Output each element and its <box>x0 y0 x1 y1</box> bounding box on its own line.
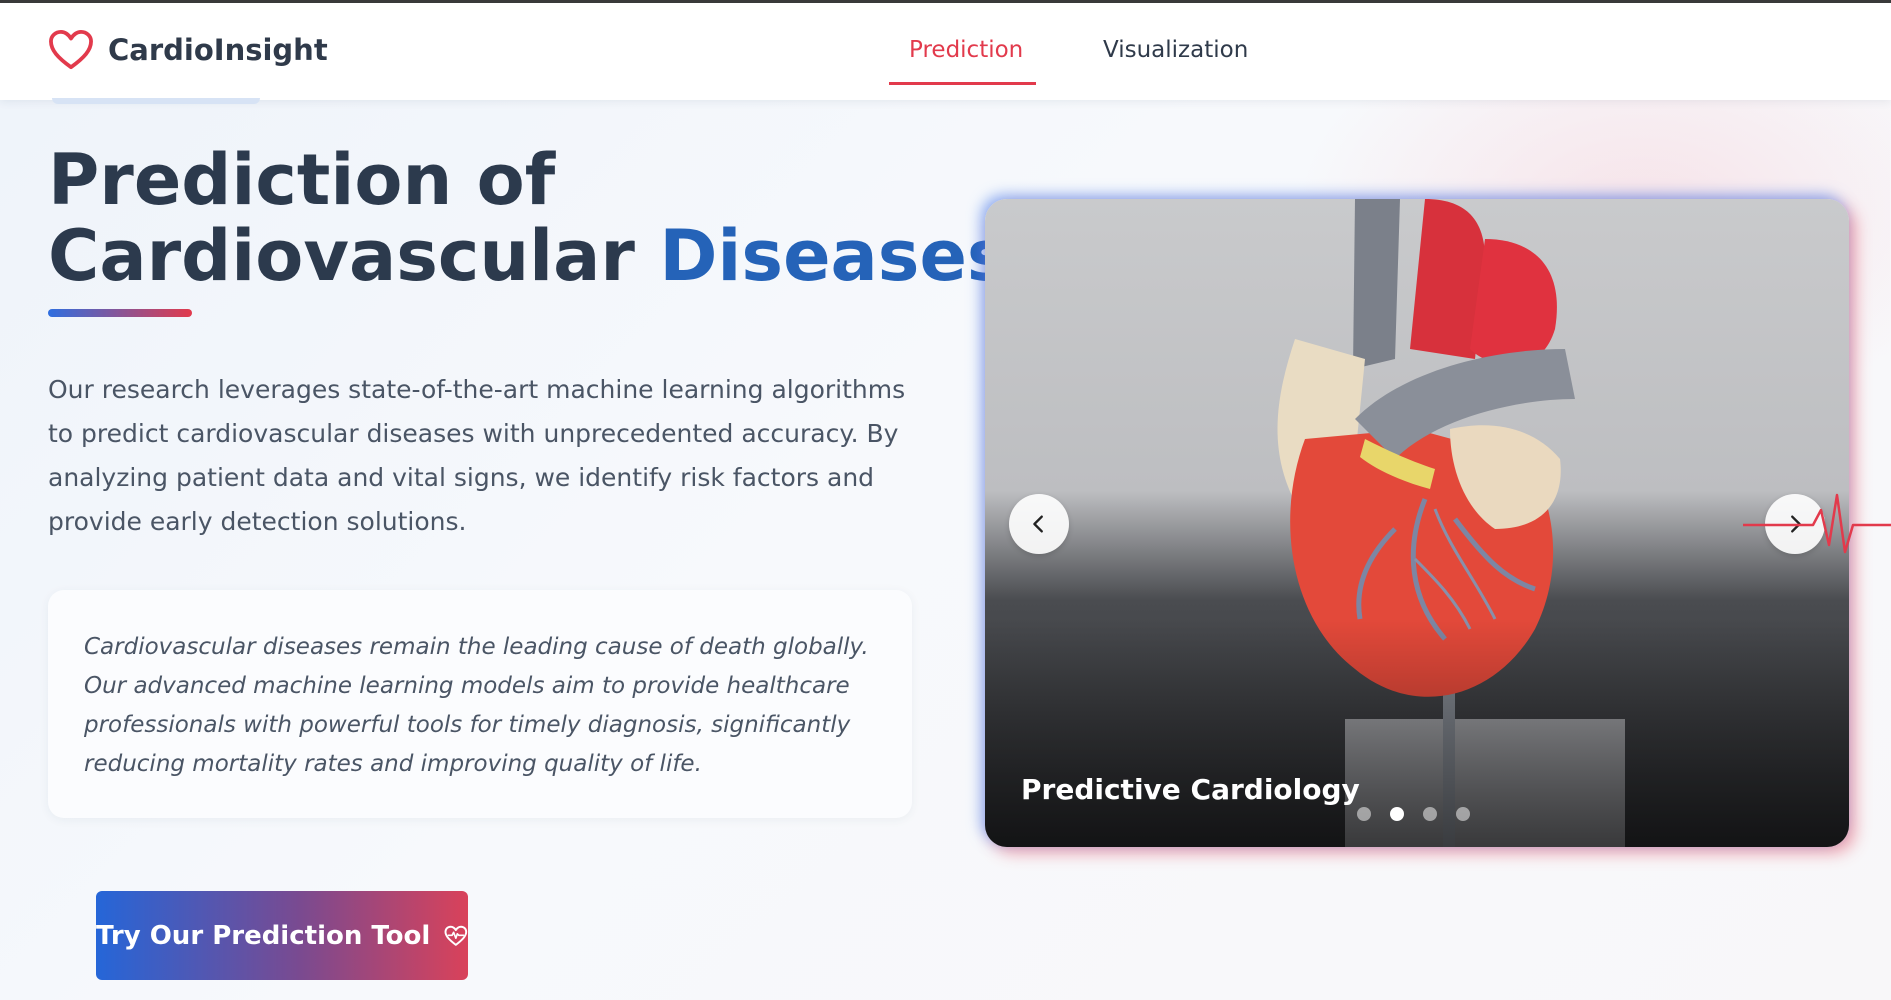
quote-card: Cardiovascular diseases remain the leadi… <box>48 590 912 818</box>
carousel-dot-2[interactable] <box>1390 807 1404 821</box>
navbar: CardioInsight Prediction Visualization <box>0 3 1891 100</box>
active-nav-indicator <box>889 82 1036 85</box>
brand-name: CardioInsight <box>108 33 328 67</box>
hero-description: Our research leverages state-of-the-art … <box>48 375 906 536</box>
slide-caption: Predictive Cardiology <box>1021 773 1360 806</box>
ekg-line-decoration <box>1743 493 1891 554</box>
nav-link-prediction[interactable]: Prediction <box>909 37 1023 63</box>
brand-logo[interactable]: CardioInsight <box>48 29 328 71</box>
image-carousel: Predictive Cardiology <box>985 199 1849 847</box>
heart-pulse-icon <box>444 925 468 946</box>
hero-badge-edge <box>52 98 260 104</box>
title-line-2b: Diseases <box>659 215 1009 297</box>
nav-link-visualization[interactable]: Visualization <box>1103 37 1248 63</box>
title-line-1: Prediction of <box>48 139 556 221</box>
carousel-dot-4[interactable] <box>1456 807 1470 821</box>
cta-label: Try Our Prediction Tool <box>96 920 431 951</box>
title-line-2a: Cardiovascular <box>48 215 635 297</box>
carousel-dots <box>1357 807 1489 821</box>
carousel-dot-1[interactable] <box>1357 807 1371 821</box>
try-prediction-tool-button[interactable]: Try Our Prediction Tool <box>96 891 468 980</box>
title-underline <box>48 309 192 317</box>
page-title: Prediction of Cardiovascular Diseases <box>48 142 1009 294</box>
carousel-prev-button[interactable] <box>1009 494 1069 554</box>
quote-text: Cardiovascular diseases remain the leadi… <box>84 634 869 777</box>
chevron-left-icon <box>1033 515 1043 533</box>
heart-outline-icon <box>49 29 93 70</box>
carousel-dot-3[interactable] <box>1423 807 1437 821</box>
